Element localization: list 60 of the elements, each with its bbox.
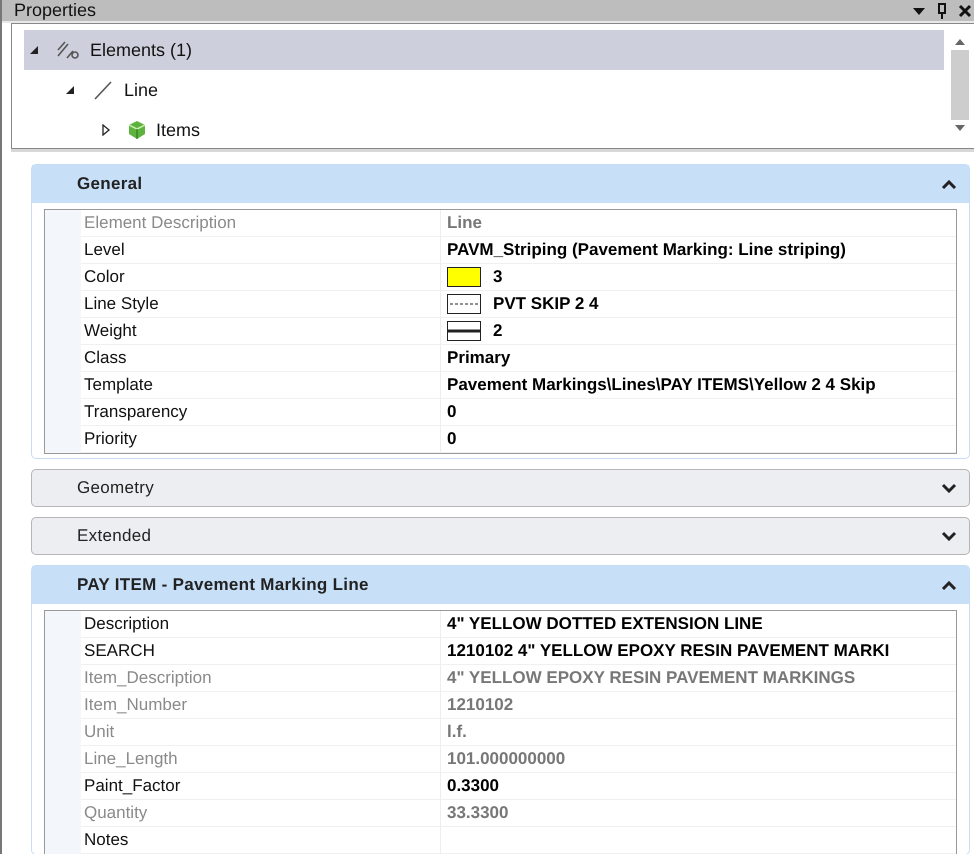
window-title: Properties bbox=[14, 0, 96, 21]
property-name: Quantity bbox=[81, 800, 441, 826]
property-value[interactable]: 1210102 4" YELLOW EPOXY RESIN PAVEMENT MARKI bbox=[447, 641, 890, 661]
tree-label: Line bbox=[124, 80, 158, 100]
section-header[interactable]: Extended bbox=[32, 518, 969, 554]
property-name: Color bbox=[81, 264, 441, 290]
property-value[interactable]: 0 bbox=[447, 402, 456, 422]
property-value[interactable]: Pavement Markings\Lines\PAY ITEMS\Yellow 2 4 Skip bbox=[447, 375, 876, 395]
property-name: Class bbox=[81, 345, 441, 371]
property-value[interactable]: PVT SKIP 2 4 bbox=[493, 294, 599, 314]
collapse-icon bbox=[941, 580, 957, 590]
expanded-icon bbox=[28, 44, 40, 56]
property-name: Level bbox=[81, 237, 441, 263]
property-name: Item_Description bbox=[81, 665, 441, 691]
property-name: Description bbox=[81, 611, 441, 637]
caret-icon bbox=[912, 6, 926, 16]
property-value[interactable]: PAVM_Striping (Pavement Marking: Line striping) bbox=[447, 240, 846, 260]
scroll-down-icon bbox=[954, 124, 966, 132]
property-name: SEARCH bbox=[81, 638, 441, 664]
close-icon bbox=[958, 4, 972, 18]
property-name: Notes bbox=[81, 827, 441, 853]
tree-item[interactable]: Line bbox=[24, 70, 944, 110]
expand-icon bbox=[941, 531, 957, 541]
tree-item[interactable]: Elements (1) bbox=[24, 30, 944, 70]
property-value[interactable]: 4" YELLOW DOTTED EXTENSION LINE bbox=[447, 614, 763, 634]
expanded-icon bbox=[64, 84, 76, 96]
elements-icon bbox=[56, 39, 80, 61]
property-name: Element Description bbox=[81, 210, 441, 236]
collapsed-icon bbox=[100, 124, 112, 136]
dropdown-button[interactable] bbox=[910, 6, 928, 16]
tree-item[interactable]: Items bbox=[24, 110, 944, 150]
collapse-icon bbox=[941, 179, 957, 189]
close-button[interactable] bbox=[956, 4, 974, 18]
tree-label: Items bbox=[156, 120, 200, 140]
expand-icon bbox=[941, 483, 957, 493]
line-icon bbox=[92, 79, 114, 101]
property-name: Transparency bbox=[81, 399, 441, 425]
tree-label: Elements (1) bbox=[90, 40, 192, 60]
property-name: Line Style bbox=[81, 291, 441, 317]
property-name: Unit bbox=[81, 719, 441, 745]
property-name: Priority bbox=[81, 426, 441, 452]
scroll-up-icon bbox=[954, 38, 966, 46]
section-header[interactable]: Geometry bbox=[32, 470, 969, 506]
property-name: Item_Number bbox=[81, 692, 441, 718]
line-style-icon bbox=[447, 294, 481, 314]
property-name: Paint_Factor bbox=[81, 773, 441, 799]
cube-icon bbox=[128, 120, 146, 140]
property-value[interactable]: 0.3300 bbox=[447, 776, 499, 796]
property-name: Weight bbox=[81, 318, 441, 344]
property-value[interactable]: 3 bbox=[493, 267, 502, 287]
property-value[interactable]: 2 bbox=[493, 321, 502, 341]
pin-icon bbox=[936, 2, 948, 18]
scroll-thumb[interactable] bbox=[951, 50, 969, 120]
line-weight-icon bbox=[447, 321, 481, 341]
property-name: Line_Length bbox=[81, 746, 441, 772]
section-header[interactable]: PAY ITEM - Pavement Marking Line bbox=[32, 566, 969, 604]
section-header[interactable]: General bbox=[32, 165, 969, 203]
property-name: Template bbox=[81, 372, 441, 398]
property-value[interactable]: 0 bbox=[447, 429, 456, 449]
property-value[interactable]: Primary bbox=[447, 348, 510, 368]
